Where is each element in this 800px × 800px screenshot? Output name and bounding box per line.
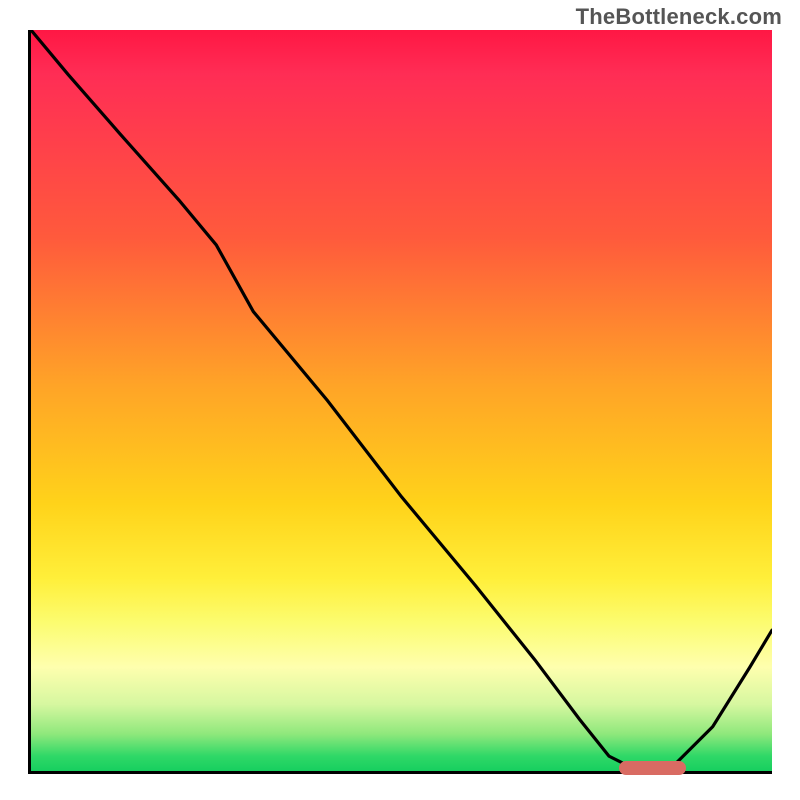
optimal-range-marker — [619, 761, 686, 775]
watermark-text: TheBottleneck.com — [576, 4, 782, 30]
plot-area — [28, 30, 772, 774]
line-series — [31, 30, 772, 771]
chart-container: TheBottleneck.com — [0, 0, 800, 800]
bottleneck-curve-path — [31, 30, 772, 771]
